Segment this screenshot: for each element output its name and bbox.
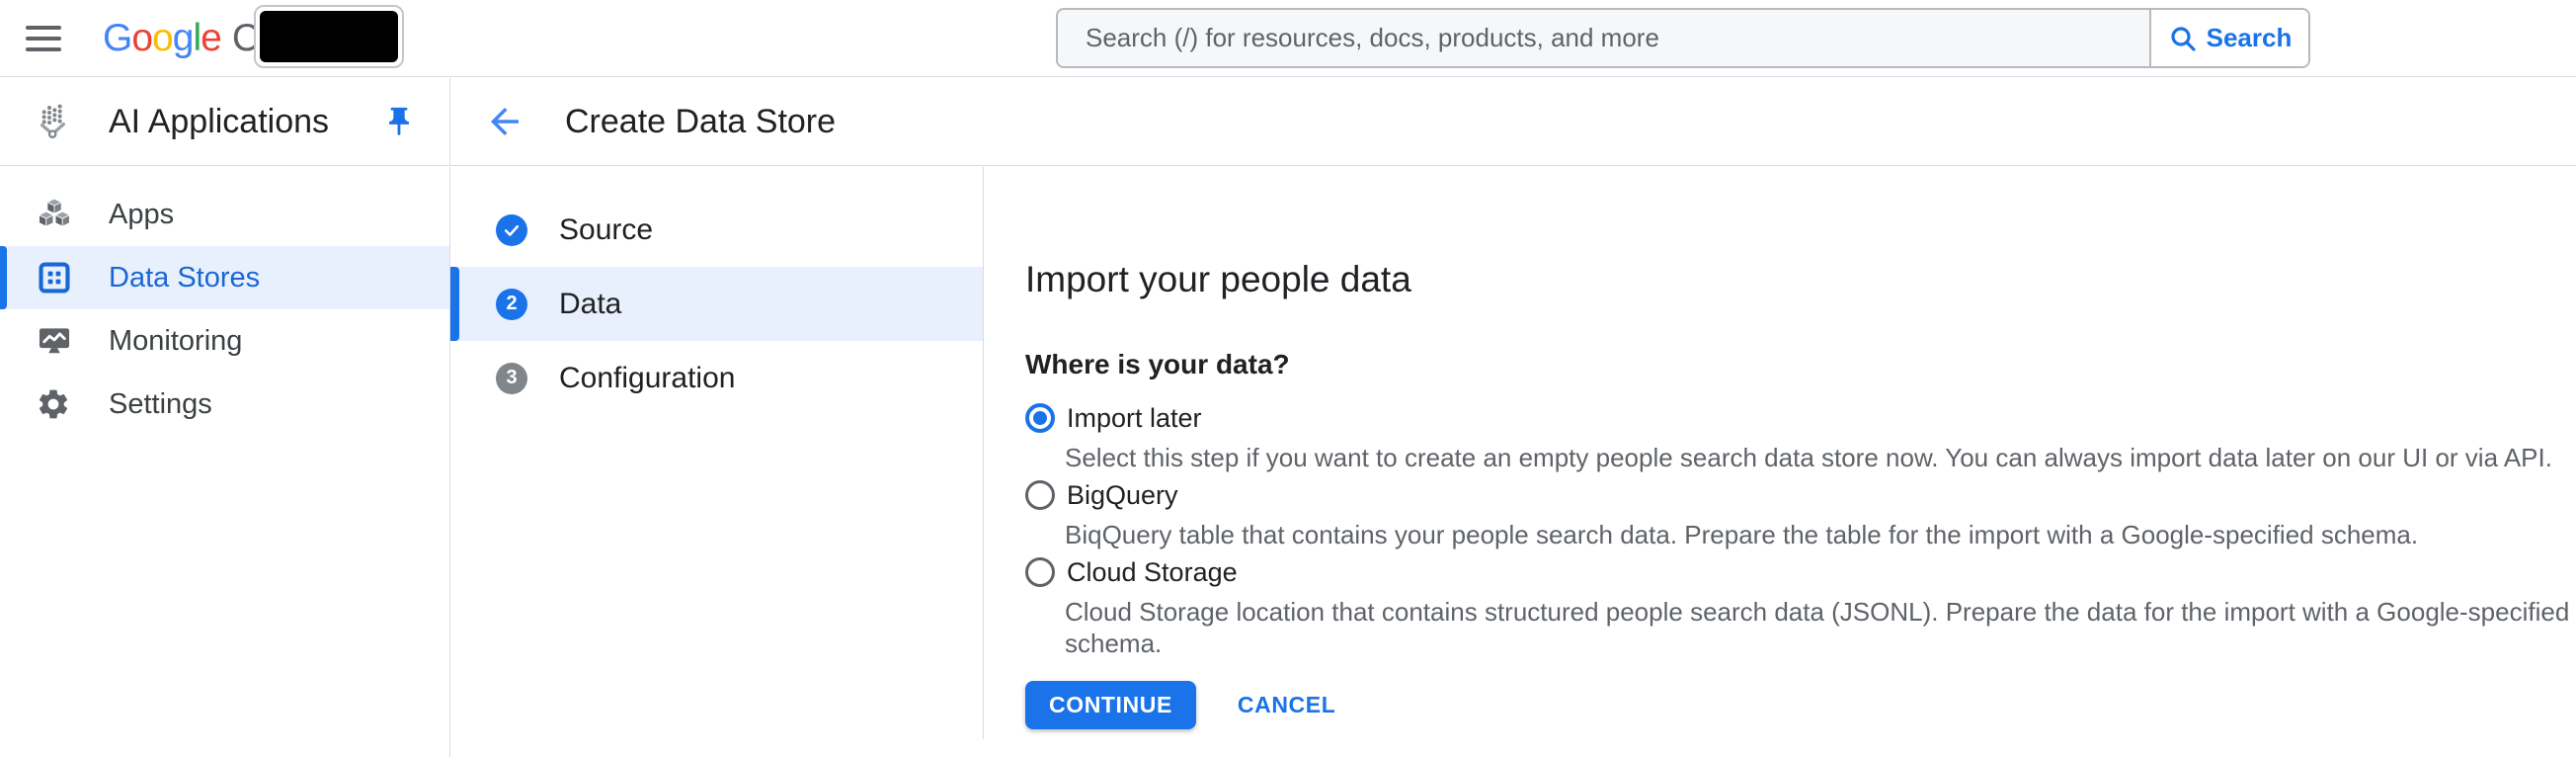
data-stores-icon — [36, 259, 73, 296]
data-source-options: Import later Select this step if you wan… — [1025, 396, 2576, 659]
option-bigquery-row[interactable]: BigQuery — [1025, 473, 2576, 517]
option-label[interactable]: Import later — [1067, 403, 1202, 434]
radio-cloud-storage[interactable] — [1025, 557, 1055, 587]
sidebar-item-label: Settings — [109, 388, 212, 421]
sub-header: AI Applications Create Data Store — [0, 78, 2576, 166]
sidebar-item-monitoring[interactable]: Monitoring — [0, 309, 449, 373]
logo-letter: l — [193, 17, 201, 60]
cancel-button[interactable]: CANCEL — [1238, 692, 1335, 718]
sidebar-item-settings[interactable]: Settings — [0, 373, 449, 436]
search-input[interactable] — [1058, 10, 2149, 66]
option-description: Cloud Storage location that contains str… — [1065, 596, 2576, 659]
step-label: Configuration — [559, 362, 735, 395]
search-icon — [2168, 24, 2198, 53]
action-buttons: CONTINUE CANCEL — [1025, 681, 2576, 729]
radio-import-later[interactable] — [1025, 403, 1055, 433]
sidebar-item-apps[interactable]: Apps — [0, 183, 449, 246]
sidebar-item-data-stores[interactable]: Data Stores — [0, 246, 449, 309]
top-bar: Google Cloud Search — [0, 0, 2576, 77]
content-heading: Import your people data — [1025, 258, 2576, 301]
option-cloud-storage-row[interactable]: Cloud Storage — [1025, 550, 2576, 594]
step-source[interactable]: Source — [450, 193, 983, 267]
search-button[interactable]: Search — [2149, 10, 2308, 66]
option-import-later: Import later Select this step if you wan… — [1025, 396, 2576, 473]
option-label[interactable]: BigQuery — [1067, 480, 1178, 511]
option-description: BiqQuery table that contains your people… — [1065, 519, 2576, 550]
search-button-label: Search — [2207, 23, 2293, 53]
logo-letter: o — [152, 17, 173, 60]
product-title: AI Applications — [109, 103, 329, 141]
wizard-stepper: Source 2 Data 3 Configuration — [450, 167, 983, 757]
monitoring-icon — [36, 322, 73, 360]
logo-letter: e — [201, 17, 221, 60]
menu-icon[interactable] — [26, 26, 61, 51]
sidebar-item-label: Monitoring — [109, 325, 242, 358]
step-label: Data — [559, 288, 621, 321]
continue-button[interactable]: CONTINUE — [1025, 681, 1196, 729]
sidebar-nav: Apps Data Stores Monitoring — [0, 167, 450, 757]
redaction-box — [260, 11, 398, 62]
sidebar-item-label: Data Stores — [109, 262, 260, 294]
sidebar-item-label: Apps — [109, 199, 174, 231]
main-content: Import your people data Where is your da… — [984, 167, 2576, 757]
option-bigquery: BigQuery BiqQuery table that contains yo… — [1025, 473, 2576, 550]
gear-icon — [36, 386, 73, 422]
global-search: Search — [1056, 8, 2310, 68]
apps-icon — [36, 196, 73, 233]
step-data[interactable]: 2 Data — [450, 267, 983, 341]
logo-letter: g — [173, 17, 194, 60]
option-import-later-row[interactable]: Import later — [1025, 396, 2576, 440]
step-1-circle — [496, 214, 527, 246]
page-title: Create Data Store — [565, 103, 836, 141]
question-label: Where is your data? — [1025, 349, 2576, 380]
option-cloud-storage: Cloud Storage Cloud Storage location tha… — [1025, 550, 2576, 659]
option-label[interactable]: Cloud Storage — [1067, 557, 1238, 588]
product-header: AI Applications — [0, 78, 450, 165]
pin-icon[interactable] — [382, 105, 416, 138]
project-selector-redacted[interactable] — [254, 5, 404, 68]
step-3-circle: 3 — [496, 363, 527, 394]
step-2-circle: 2 — [496, 289, 527, 320]
page-header: Create Data Store — [450, 78, 2576, 165]
ai-applications-icon — [34, 102, 73, 141]
radio-bigquery[interactable] — [1025, 480, 1055, 510]
step-configuration[interactable]: 3 Configuration — [450, 341, 983, 415]
logo-letter: G — [103, 17, 131, 60]
check-icon — [502, 220, 522, 240]
logo-letter: o — [131, 17, 152, 60]
back-arrow-icon[interactable] — [484, 101, 525, 142]
step-label: Source — [559, 213, 653, 247]
option-description: Select this step if you want to create a… — [1065, 442, 2576, 473]
